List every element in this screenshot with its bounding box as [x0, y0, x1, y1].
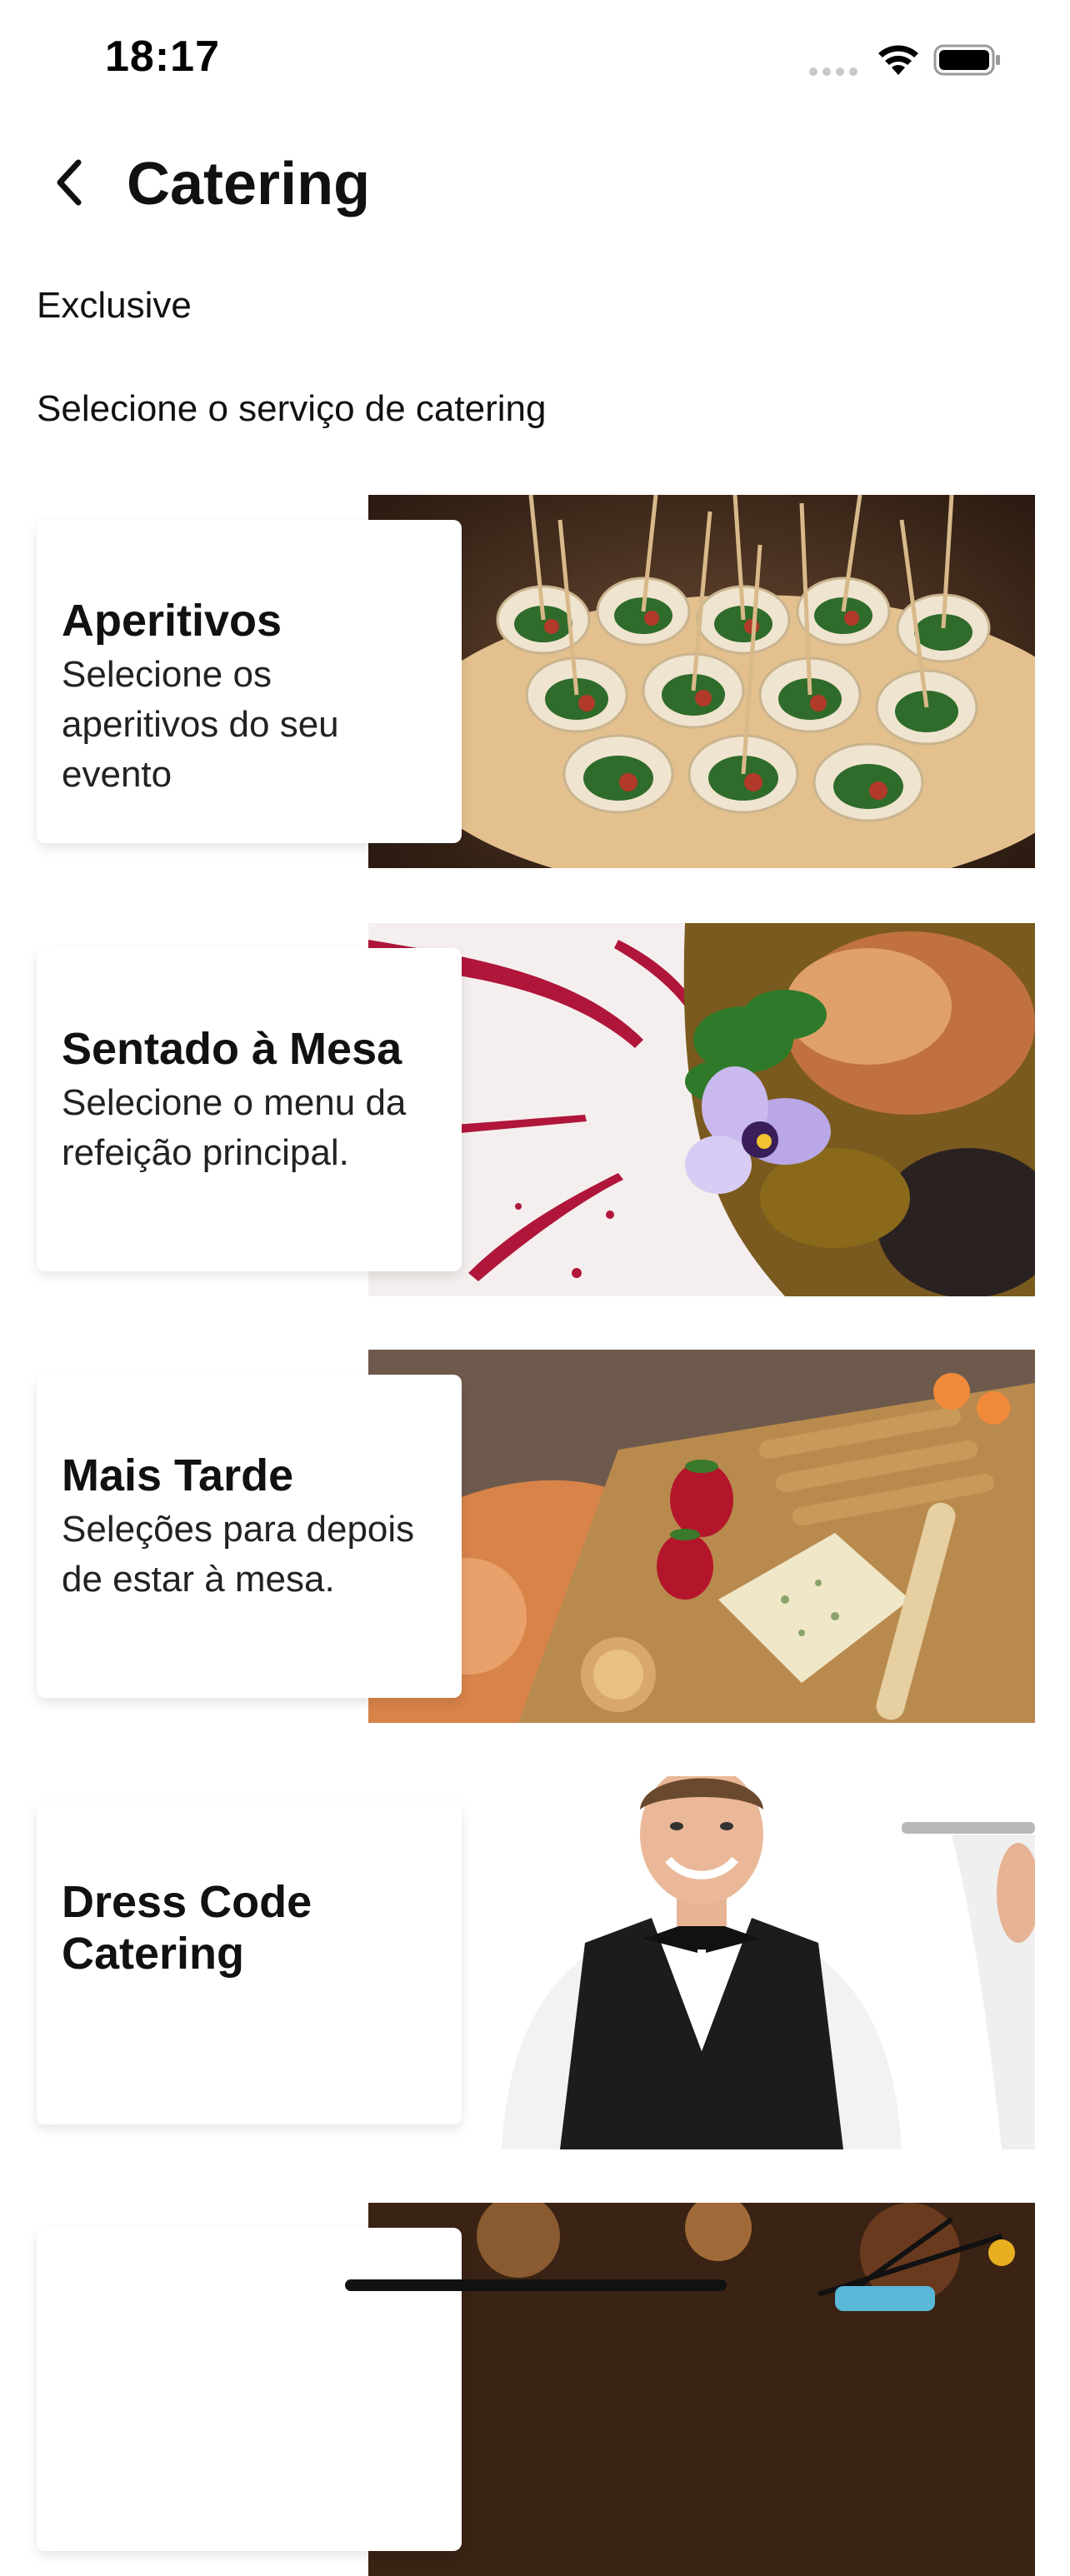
- status-bar: 18:17: [0, 0, 1070, 125]
- waiter-photo: [368, 1776, 1035, 2149]
- back-button[interactable]: [43, 153, 93, 212]
- service-card-panel: [37, 2228, 462, 2551]
- battery-icon: [933, 44, 1000, 76]
- service-description: Selecione os aperitivos do seu evento: [62, 654, 339, 795]
- venue-name: Exclusive: [37, 285, 192, 326]
- plated-dish-flower-photo: [368, 923, 1035, 1296]
- service-description: Seleções para depois de estar à mesa.: [62, 1509, 415, 1600]
- service-card-panel: Mais Tarde Seleções para depois de estar…: [37, 1375, 462, 1698]
- service-title: Aperitivos: [62, 596, 282, 646]
- service-card-panel: Sentado à Mesa Selecione o menu da refei…: [37, 948, 462, 1271]
- service-card-dress-code-catering[interactable]: Dress Code Catering: [37, 1776, 1035, 2149]
- wraps-skewers-photo: [368, 495, 1035, 868]
- service-card-drinks[interactable]: [37, 2203, 1035, 2576]
- service-card-mais-tarde[interactable]: Mais Tarde Seleções para depois de estar…: [37, 1350, 1035, 1723]
- cellular-signal-icon: [809, 67, 858, 76]
- service-title: Dress Code Catering: [62, 1877, 312, 1979]
- home-indicator[interactable]: [345, 2279, 727, 2291]
- service-description: Selecione o menu da refeição principal.: [62, 1082, 407, 1173]
- status-time: 18:17: [105, 32, 220, 81]
- instructions-text: Selecione o serviço de catering: [37, 388, 547, 429]
- service-card-sentado-a-mesa[interactable]: Sentado à Mesa Selecione o menu da refei…: [37, 923, 1035, 1296]
- service-card-aperitivos[interactable]: Aperitivos Selecione os aperitivos do se…: [37, 495, 1035, 868]
- service-title: Mais Tarde: [62, 1450, 294, 1500]
- drinks-photo: [368, 2203, 1035, 2576]
- service-title: Sentado à Mesa: [62, 1024, 402, 1074]
- service-card-panel: Dress Code Catering: [37, 1801, 462, 2124]
- wifi-icon: [878, 45, 918, 75]
- service-card-panel: Aperitivos Selecione os aperitivos do se…: [37, 520, 462, 843]
- chevron-left-icon: [57, 159, 82, 206]
- cheese-platter-photo: [368, 1350, 1035, 1723]
- page-title: Catering: [127, 151, 371, 217]
